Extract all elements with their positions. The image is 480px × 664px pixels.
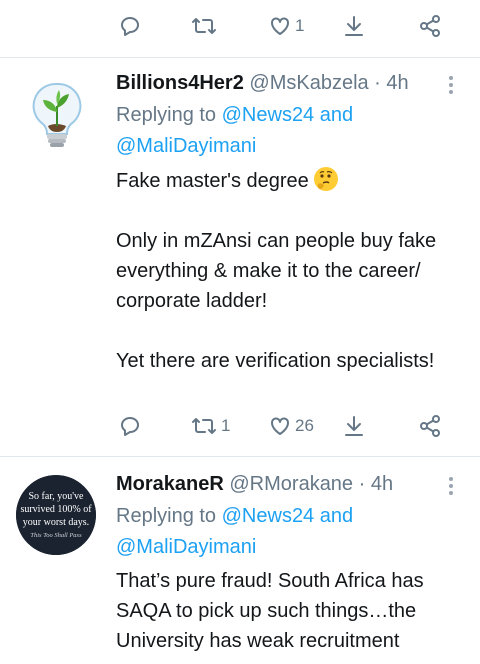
like-icon bbox=[271, 417, 289, 435]
mention-link[interactable]: @MaliDayimani bbox=[116, 135, 256, 157]
avatar[interactable]: So far, you've survived 100% of your wor… bbox=[16, 475, 96, 555]
tweet-text: Fake master's degree Only in mZAnsi can … bbox=[116, 166, 472, 376]
replying-to: Replying to @News24 and @MaliDayimani bbox=[116, 100, 353, 162]
mention-link[interactable]: @MaliDayimani bbox=[116, 536, 256, 558]
reply-icon bbox=[121, 17, 139, 36]
share-icon bbox=[420, 415, 440, 437]
retweet-count: 1 bbox=[221, 416, 231, 435]
share-button[interactable] bbox=[418, 6, 442, 46]
tweet-text-line: Yet there are verification specialists! bbox=[116, 350, 435, 372]
retweet-icon bbox=[192, 18, 216, 34]
tweet-header: Billions4Her2 @MsKabzela · 4h bbox=[116, 70, 409, 96]
more-menu-button[interactable] bbox=[444, 74, 458, 98]
avatar-quote-line: your worst days. bbox=[23, 517, 89, 528]
tweet-text-line: Fake master's degree bbox=[116, 170, 309, 192]
display-name[interactable]: Billions4Her2 bbox=[116, 72, 244, 94]
like-count: 26 bbox=[295, 416, 314, 435]
like-button[interactable]: 1 bbox=[268, 6, 304, 46]
share-icon bbox=[420, 15, 440, 37]
avatar-quote-line: So far, you've bbox=[29, 491, 85, 502]
retweet-button[interactable]: 1 bbox=[190, 406, 230, 446]
top-action-bar: 1 bbox=[0, 6, 480, 46]
tweet-text: That’s pure fraud! South Africa has SAQA… bbox=[116, 566, 456, 656]
like-count: 1 bbox=[295, 16, 305, 35]
and-word: and bbox=[319, 104, 354, 126]
more-menu-button[interactable] bbox=[444, 475, 458, 499]
reply-button[interactable] bbox=[118, 6, 142, 46]
handle-timestamp: @RMorakane · 4h bbox=[229, 473, 394, 495]
avatar-quote-line: survived 100% of bbox=[20, 504, 92, 515]
tweet-text-line: That’s pure fraud! South Africa has SAQA… bbox=[116, 570, 424, 652]
more-icon bbox=[449, 477, 453, 481]
tweet-action-bar: 1 26 bbox=[0, 406, 480, 446]
lightbulb-plant-avatar bbox=[16, 74, 98, 156]
download-arrow-icon bbox=[345, 16, 363, 36]
tweet-text-line: Only in mZAnsi can people buy fake every… bbox=[116, 230, 437, 312]
replying-prefix: Replying to bbox=[116, 104, 217, 126]
retweet-icon bbox=[192, 418, 216, 434]
replying-prefix: Replying to bbox=[116, 505, 217, 527]
tweet-header: MorakaneR @RMorakane · 4h bbox=[116, 471, 393, 497]
mention-link[interactable]: @News24 bbox=[222, 104, 315, 126]
avatar-quote-line: This Too Shall Pass bbox=[30, 532, 82, 539]
share-button[interactable] bbox=[418, 406, 442, 446]
bookmark-button[interactable] bbox=[342, 406, 366, 446]
reply-icon bbox=[121, 417, 139, 436]
and-word: and bbox=[319, 505, 354, 527]
display-name[interactable]: MorakaneR bbox=[116, 473, 224, 495]
handle-timestamp: @MsKabzela · 4h bbox=[249, 72, 409, 94]
download-arrow-icon bbox=[345, 416, 363, 436]
avatar[interactable] bbox=[16, 74, 98, 156]
reply-button[interactable] bbox=[118, 406, 142, 446]
tweet[interactable]: So far, you've survived 100% of your wor… bbox=[0, 457, 480, 664]
retweet-button[interactable] bbox=[190, 6, 218, 46]
more-icon bbox=[449, 76, 453, 80]
bookmark-button[interactable] bbox=[342, 6, 366, 46]
thinking-face-icon bbox=[313, 167, 338, 191]
like-button[interactable]: 26 bbox=[268, 406, 314, 446]
quote-avatar-image: So far, you've survived 100% of your wor… bbox=[16, 475, 96, 555]
like-icon bbox=[271, 17, 289, 35]
replying-to: Replying to @News24 and @MaliDayimani bbox=[116, 501, 353, 563]
tweet[interactable]: Billions4Her2 @MsKabzela · 4h Replying t… bbox=[0, 58, 480, 456]
mention-link[interactable]: @News24 bbox=[222, 505, 315, 527]
